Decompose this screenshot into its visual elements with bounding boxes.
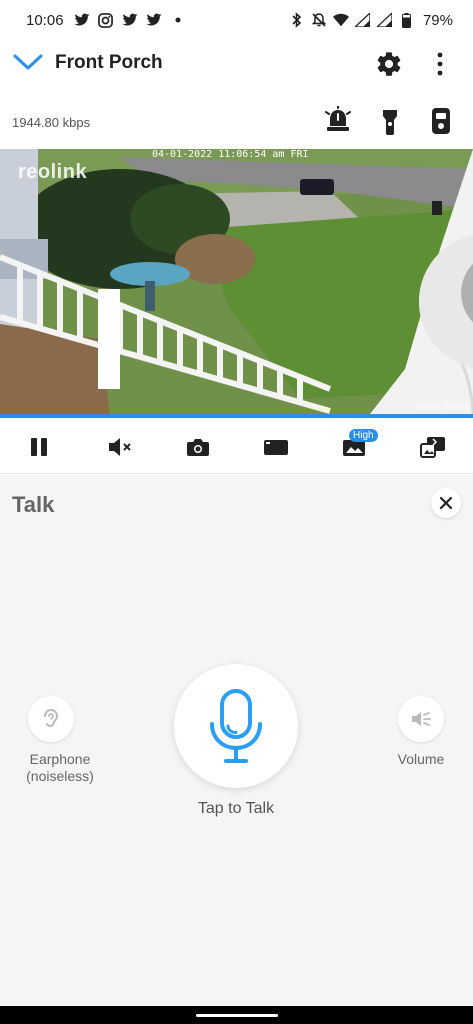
header: Front Porch <box>0 40 473 90</box>
status-time: 10:06 <box>26 11 64 29</box>
mute-icon[interactable] <box>105 432 135 462</box>
watermark-text: reolink <box>18 161 88 183</box>
screen-switch-icon[interactable] <box>418 432 448 462</box>
talk-title: Talk <box>12 492 55 517</box>
earphone-label-line1: Earphone <box>29 751 91 767</box>
spotlight-icon[interactable] <box>376 106 404 136</box>
system-nav-bar <box>0 1006 473 1024</box>
twitter-icon <box>122 12 138 28</box>
quality-badge: High <box>349 429 378 442</box>
close-icon[interactable] <box>431 488 461 518</box>
twitter-icon <box>74 12 90 28</box>
battery-percent: 79% <box>422 11 453 29</box>
tap-to-talk-button[interactable] <box>174 664 298 788</box>
mute-icon <box>311 12 327 28</box>
record-icon[interactable] <box>261 432 291 462</box>
tap-to-talk-label: Tap to Talk <box>197 800 275 817</box>
collapse-chevron-icon[interactable] <box>12 50 44 78</box>
volume-button[interactable] <box>398 696 444 742</box>
earphone-label-line2: (noiseless) <box>26 768 94 784</box>
volume-icon <box>412 712 431 726</box>
more-vert-icon[interactable] <box>428 50 452 78</box>
status-right: 79% <box>289 12 453 29</box>
twitter-icon <box>146 12 162 28</box>
signal-icon <box>377 12 393 28</box>
doorbell-icon[interactable] <box>427 106 455 136</box>
alarm-siren-icon[interactable] <box>324 105 352 136</box>
earphone-label: Earphone (noiseless) <box>10 751 110 785</box>
gear-icon[interactable] <box>375 50 403 78</box>
ear-icon <box>44 709 59 728</box>
video-overlay-name: Front Porch <box>416 402 469 411</box>
dot-icon <box>170 12 186 28</box>
bluetooth-icon <box>289 12 305 28</box>
pause-icon[interactable] <box>24 432 54 462</box>
bitrate-readout: 1944.80 kbps <box>12 115 91 130</box>
volume-label: Volume <box>397 751 445 767</box>
instagram-icon <box>98 12 114 28</box>
status-left: 10:06 <box>26 12 186 29</box>
talk-panel: Talk Earphone (noiseless) Tap to Talk Vo… <box>0 475 473 1006</box>
signal-icon <box>355 12 371 28</box>
battery-icon <box>399 12 415 28</box>
live-video-view[interactable]: reolink 04-01-2022 11:06:54 am FRI Front… <box>0 149 473 414</box>
motion-indicator <box>402 169 473 368</box>
home-handle[interactable] <box>196 1014 278 1017</box>
earphone-button[interactable] <box>28 696 74 742</box>
page-title: Front Porch <box>55 52 163 73</box>
snapshot-icon[interactable] <box>183 432 213 462</box>
microphone-icon <box>210 689 262 763</box>
wifi-icon <box>332 12 349 28</box>
control-bar <box>0 418 473 474</box>
video-timestamp: 04-01-2022 11:06:54 am FRI <box>152 149 309 160</box>
status-bar: 10:06 79% <box>0 0 473 40</box>
